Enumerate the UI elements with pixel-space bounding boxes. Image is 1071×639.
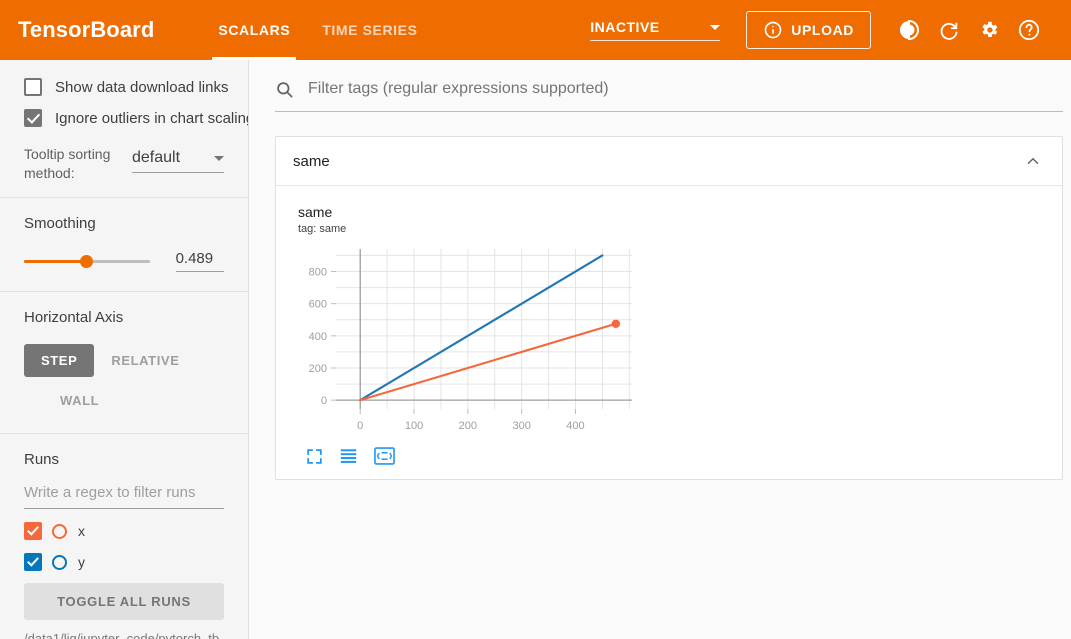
y-axis-tick-label: 0 [321, 395, 327, 407]
app-brand-title: TensorBoard [18, 17, 155, 42]
tooltip-sorting-value: default [132, 149, 181, 166]
y-axis-tick-label: 800 [309, 267, 327, 279]
horizontal-axis-label: Horizontal Axis [24, 309, 124, 326]
run-status-selector[interactable]: INACTIVE [590, 19, 721, 41]
settings-sidebar: Show data download links Ignore outliers… [0, 60, 249, 639]
logdir-path-label: /data1/ljq/jupyter_code/pytorch_tb [24, 631, 220, 639]
run-name-label: y [78, 554, 85, 570]
run-color-dot [52, 554, 67, 570]
slider-thumb[interactable] [79, 254, 93, 268]
checkbox-ignore-outliers[interactable]: Ignore outliers in chart scaling [24, 109, 248, 127]
tag-filter-bar [275, 76, 1063, 112]
tooltip-sorting-row: Tooltip sorting method: default [24, 143, 224, 183]
run-item-y[interactable]: y [24, 553, 224, 571]
toggle-all-runs-button[interactable]: TOGGLE ALL RUNS [24, 583, 224, 620]
axis-option-step[interactable]: STEP [24, 344, 95, 377]
checkbox-label: Ignore outliers in chart scaling [55, 109, 249, 127]
app-body: Show data download links Ignore outliers… [0, 60, 1071, 639]
tooltip-sorting-select[interactable]: default [132, 149, 224, 173]
brightness-icon[interactable] [889, 10, 929, 50]
horizontal-axis-options-row2: WALL [24, 384, 224, 417]
run-status-label: INACTIVE [590, 19, 660, 35]
card-header[interactable]: same [276, 137, 1062, 186]
run-name-label: x [78, 523, 85, 539]
x-axis-tick-label: 100 [405, 420, 423, 432]
chevron-down-icon [214, 155, 224, 161]
display-options-section: Show data download links Ignore outliers… [0, 60, 248, 198]
horizontal-axis-section: Horizontal Axis STEP RELATIVE WALL [0, 292, 248, 434]
series-line-y [359, 254, 604, 402]
axis-option-relative[interactable]: RELATIVE [94, 344, 196, 377]
smoothing-row: 0.489 [24, 250, 224, 272]
help-circle-icon[interactable] [1009, 10, 1049, 50]
chart-tag-label: tag: same [298, 223, 347, 235]
axis-option-wall[interactable]: WALL [43, 384, 116, 417]
tag-filter-input[interactable] [306, 79, 1063, 99]
expand-chart-icon[interactable] [306, 448, 323, 465]
smoothing-value-input[interactable]: 0.489 [175, 250, 224, 272]
run-item-x[interactable]: x [24, 522, 224, 540]
runs-filter-input[interactable] [24, 484, 224, 509]
settings-gear-icon[interactable] [969, 10, 1009, 50]
run-color-dot [52, 523, 67, 539]
chevron-down-icon [710, 24, 721, 30]
smoothing-label: Smoothing [24, 215, 96, 232]
checkbox-show-data-download-links[interactable]: Show data download links [24, 78, 228, 96]
chart-heading: same tag: same [276, 204, 1062, 237]
app-header: TensorBoard SCALARS TIME SERIES INACTIVE… [0, 0, 1071, 60]
header-actions: INACTIVE UPLOAD [590, 10, 1049, 50]
search-icon [275, 80, 294, 99]
x-axis-tick-label: 0 [357, 420, 363, 432]
run-checkbox[interactable] [24, 553, 42, 571]
smoothing-section: Smoothing 0.489 [0, 198, 248, 292]
unchecked-box-icon [24, 78, 42, 96]
x-axis-tick-label: 400 [566, 420, 584, 432]
tooltip-sorting-label: Tooltip sorting method: [24, 146, 111, 181]
x-axis-tick-label: 200 [459, 420, 477, 432]
smoothing-slider[interactable] [24, 252, 150, 270]
upload-button-label: UPLOAD [791, 22, 854, 38]
refresh-icon[interactable] [929, 10, 969, 50]
info-circle-icon [763, 20, 783, 40]
data-series-icon[interactable] [339, 448, 358, 465]
y-axis-tick-label: 600 [309, 299, 327, 311]
y-axis-tick-label: 400 [309, 331, 327, 343]
line-chart-svg[interactable]: 0 200 400 600 800 0 100 200 300 400 [284, 243, 644, 443]
scalar-card-same: same same tag: same 0 200 400 600 800 0 100 200… [275, 136, 1063, 480]
main-nav-tabs: SCALARS TIME SERIES [202, 0, 433, 60]
chart-plot-area[interactable]: 0 200 400 600 800 0 100 200 300 400 [276, 243, 1062, 443]
series-endpoint-marker-x [611, 319, 621, 328]
slider-fill [24, 259, 86, 263]
checked-box-icon [24, 109, 42, 127]
tab-scalars[interactable]: SCALARS [202, 0, 306, 60]
horizontal-axis-options: STEP RELATIVE [24, 344, 224, 377]
checkbox-label: Show data download links [55, 78, 229, 96]
runs-section: Runs x y TOGGLE ALL RUNS /data1/ljq/jupy… [0, 434, 248, 639]
chart-action-buttons [276, 447, 1062, 465]
tab-time-series[interactable]: TIME SERIES [306, 0, 433, 60]
card-header-title: same [293, 152, 330, 170]
run-checkbox[interactable] [24, 522, 42, 540]
card-body: same tag: same 0 200 400 600 800 0 100 200 300 40… [276, 186, 1062, 479]
fit-domain-icon[interactable] [374, 447, 395, 465]
series-line-x [359, 322, 617, 402]
chart-title: same [298, 204, 333, 220]
upload-button[interactable]: UPLOAD [746, 11, 871, 49]
main-content: same same tag: same 0 200 400 600 800 0 100 200… [249, 60, 1071, 639]
chevron-up-icon[interactable] [1024, 152, 1042, 170]
x-axis-tick-label: 300 [512, 420, 530, 432]
y-axis-tick-label: 200 [309, 363, 327, 375]
runs-label: Runs [24, 451, 60, 468]
